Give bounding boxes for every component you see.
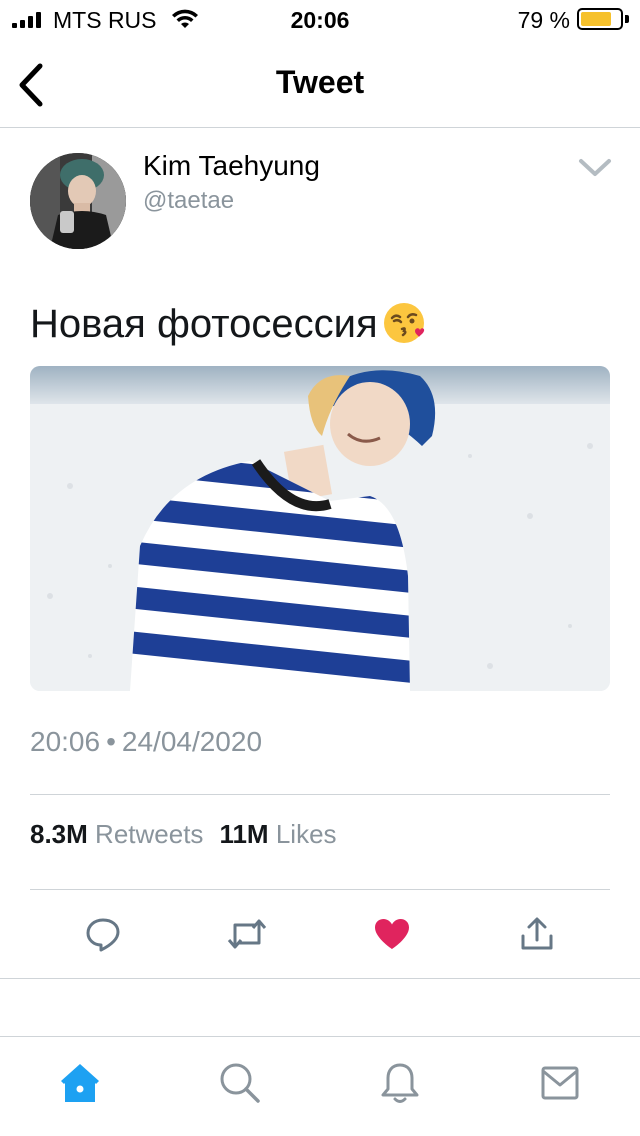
tweet-media-image[interactable] — [30, 366, 610, 691]
page-title: Tweet — [275, 64, 365, 100]
chevron-left-icon — [19, 63, 43, 107]
likes-label: Likes — [275, 819, 337, 849]
divider — [0, 978, 640, 979]
like-button[interactable] — [368, 910, 416, 958]
status-bar: MTS RUS 20:06 79 % — [0, 0, 640, 42]
retweet-button[interactable] — [223, 910, 271, 958]
tweet-stats: 8.3M Retweets 11M Likes — [30, 819, 337, 850]
carrier-name: MTS RUS — [53, 7, 157, 33]
home-icon — [61, 1064, 99, 1102]
battery-icon — [577, 8, 623, 30]
messages-icon — [541, 1066, 579, 1100]
avatar[interactable] — [30, 153, 126, 249]
likes-count: 11M — [219, 819, 269, 849]
battery-level-fill — [581, 12, 612, 26]
chevron-down-icon — [579, 159, 611, 176]
timestamp-separator: • — [106, 726, 116, 757]
notifications-icon — [381, 1063, 419, 1103]
wifi-icon — [170, 8, 200, 35]
tweet-time: 20:06 — [30, 726, 101, 757]
tab-search[interactable] — [210, 1053, 270, 1113]
signal-strength-icon — [12, 12, 41, 28]
divider — [30, 889, 610, 890]
share-button[interactable] — [513, 910, 561, 958]
retweets-stat[interactable]: 8.3M Retweets — [30, 819, 203, 850]
back-button[interactable] — [14, 60, 50, 110]
tab-bar — [0, 1036, 640, 1136]
tweet-date: 24/04/2020 — [121, 726, 263, 757]
retweets-label: Retweets — [95, 819, 204, 849]
likes-stat[interactable]: 11M Likes — [219, 819, 336, 850]
share-icon — [521, 917, 553, 950]
tweet-text: Новая фотосессия — [30, 301, 426, 347]
tab-messages[interactable] — [530, 1053, 590, 1113]
retweet-icon — [227, 919, 267, 949]
reply-icon — [86, 918, 120, 952]
more-options-button[interactable] — [576, 156, 614, 180]
battery-percent: 79 % — [517, 7, 570, 33]
reply-button[interactable] — [79, 910, 127, 958]
tweet-actions — [0, 910, 640, 958]
retweets-count: 8.3M — [30, 819, 88, 849]
divider — [30, 794, 610, 795]
tweet-text-content: Новая фотосессия — [30, 302, 378, 346]
tweet-timestamp: 20:06 • 24/04/2020 — [30, 726, 262, 758]
heart-icon — [375, 919, 409, 949]
tab-home[interactable] — [50, 1053, 110, 1113]
author-name[interactable]: Kim Taehyung — [143, 150, 320, 182]
navigation-bar: Tweet — [0, 42, 640, 128]
author-handle: @taetae — [143, 187, 235, 214]
tab-notifications[interactable] — [370, 1053, 430, 1113]
search-icon — [220, 1063, 260, 1103]
kissing-face-emoji — [383, 303, 424, 343]
battery-tip — [625, 15, 629, 23]
